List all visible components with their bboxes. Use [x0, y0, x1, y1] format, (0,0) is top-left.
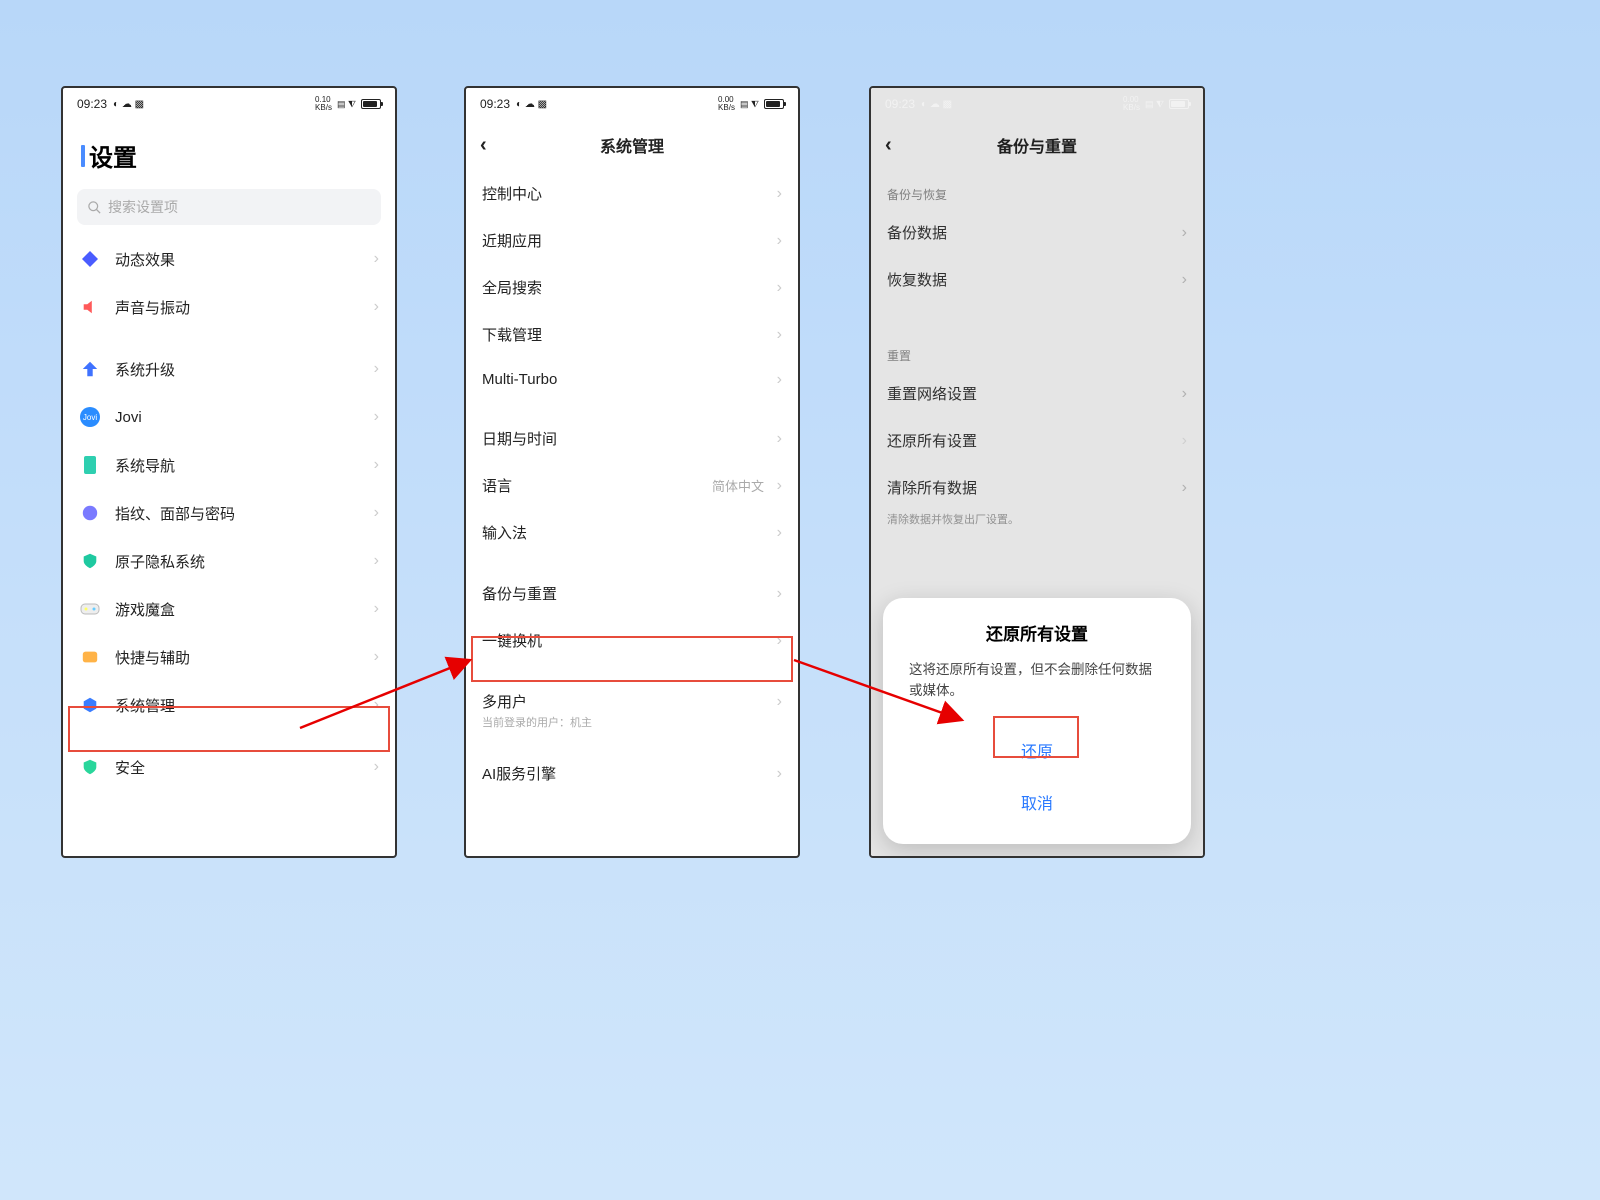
fingerprint-icon: [79, 502, 101, 524]
item-backup-reset[interactable]: 备份与重置›: [466, 570, 798, 617]
chevron-right-icon: ›: [374, 758, 379, 776]
search-input[interactable]: 搜索设置项: [77, 189, 381, 225]
status-time: 09:23: [77, 97, 107, 111]
status-bar: 09:23◐ ☁ ▩ 0.00KB/s ▤ ⧨: [466, 88, 798, 120]
item-recent-apps[interactable]: 近期应用›: [466, 217, 798, 264]
item-system-navigation[interactable]: 系统导航›: [63, 441, 395, 489]
phone-settings: 09:23 ◐ ☁ ▩ 0.10KB/s ▤ ⧨ 设置 搜索设置项 动态效果› …: [61, 86, 397, 858]
chevron-right-icon: ›: [374, 250, 379, 268]
chevron-right-icon: ›: [374, 552, 379, 570]
item-global-search[interactable]: 全局搜索›: [466, 264, 798, 311]
dialog-title: 还原所有设置: [909, 620, 1165, 645]
page-title: 设置: [63, 120, 395, 185]
phone-backup-reset: 09:23◐ ☁ ▩ 0.00KB/s ▤ ⧨ ‹ 备份与重置 备份与恢复 备份…: [869, 86, 1205, 858]
header-bar: ‹ 系统管理: [466, 120, 798, 170]
item-privacy-system[interactable]: 原子隐私系统›: [63, 537, 395, 585]
jovi-icon: Jovi: [79, 406, 101, 428]
speaker-icon: [79, 296, 101, 318]
dialog-restore-button[interactable]: 还原: [909, 724, 1165, 776]
hexagon-icon: [79, 694, 101, 716]
chevron-right-icon: ›: [374, 600, 379, 618]
restore-dialog: 还原所有设置 这将还原所有设置，但不会删除任何数据或媒体。 还原 取消: [883, 598, 1191, 844]
shield-check-icon: [79, 756, 101, 778]
diamond-icon: [79, 248, 101, 270]
gamepad-icon: [79, 598, 101, 620]
item-language[interactable]: 语言简体中文›: [466, 462, 798, 509]
item-multi-turbo[interactable]: Multi-Turbo›: [466, 358, 798, 401]
item-sound-vibration[interactable]: 声音与振动›: [63, 283, 395, 331]
back-button[interactable]: ‹: [480, 134, 487, 157]
item-easy-share[interactable]: 一键换机›: [466, 617, 798, 664]
search-icon: [87, 200, 102, 215]
item-shortcuts-accessibility[interactable]: 快捷与辅助›: [63, 633, 395, 681]
item-fingerprint-face-password[interactable]: 指纹、面部与密码›: [63, 489, 395, 537]
item-download-manager[interactable]: 下载管理›: [466, 311, 798, 358]
item-security[interactable]: 安全›: [63, 743, 395, 791]
item-ime[interactable]: 输入法›: [466, 509, 798, 556]
item-system-management[interactable]: 系统管理›: [63, 681, 395, 729]
status-bar: 09:23 ◐ ☁ ▩ 0.10KB/s ▤ ⧨: [63, 88, 395, 120]
chevron-right-icon: ›: [374, 696, 379, 714]
item-control-center[interactable]: 控制中心›: [466, 170, 798, 217]
item-multi-user[interactable]: 多用户当前登录的用户：机主›: [466, 678, 798, 736]
chevron-right-icon: ›: [374, 360, 379, 378]
chevron-right-icon: ›: [374, 408, 379, 426]
phone-icon: [79, 454, 101, 476]
phone-system-management: 09:23◐ ☁ ▩ 0.00KB/s ▤ ⧨ ‹ 系统管理 控制中心› 近期应…: [464, 86, 800, 858]
item-ai-engine[interactable]: AI服务引擎›: [466, 750, 798, 797]
header-title: 系统管理: [600, 133, 664, 157]
battery-icon: [764, 99, 784, 109]
item-dynamic-effects[interactable]: 动态效果›: [63, 235, 395, 283]
arrow-right-icon: [79, 646, 101, 668]
chevron-right-icon: ›: [374, 504, 379, 522]
item-system-upgrade[interactable]: 系统升级›: [63, 345, 395, 393]
dialog-cancel-button[interactable]: 取消: [909, 776, 1165, 828]
item-game-box[interactable]: 游戏魔盒›: [63, 585, 395, 633]
chevron-right-icon: ›: [374, 298, 379, 316]
status-icons: ▤ ⧨: [337, 99, 356, 110]
arrow-up-icon: [79, 358, 101, 380]
shield-icon: [79, 550, 101, 572]
chevron-right-icon: ›: [374, 456, 379, 474]
chevron-right-icon: ›: [374, 648, 379, 666]
battery-icon: [361, 99, 381, 109]
dialog-message: 这将还原所有设置，但不会删除任何数据或媒体。: [909, 659, 1165, 702]
item-jovi[interactable]: Jovi Jovi›: [63, 393, 395, 441]
item-date-time[interactable]: 日期与时间›: [466, 415, 798, 462]
